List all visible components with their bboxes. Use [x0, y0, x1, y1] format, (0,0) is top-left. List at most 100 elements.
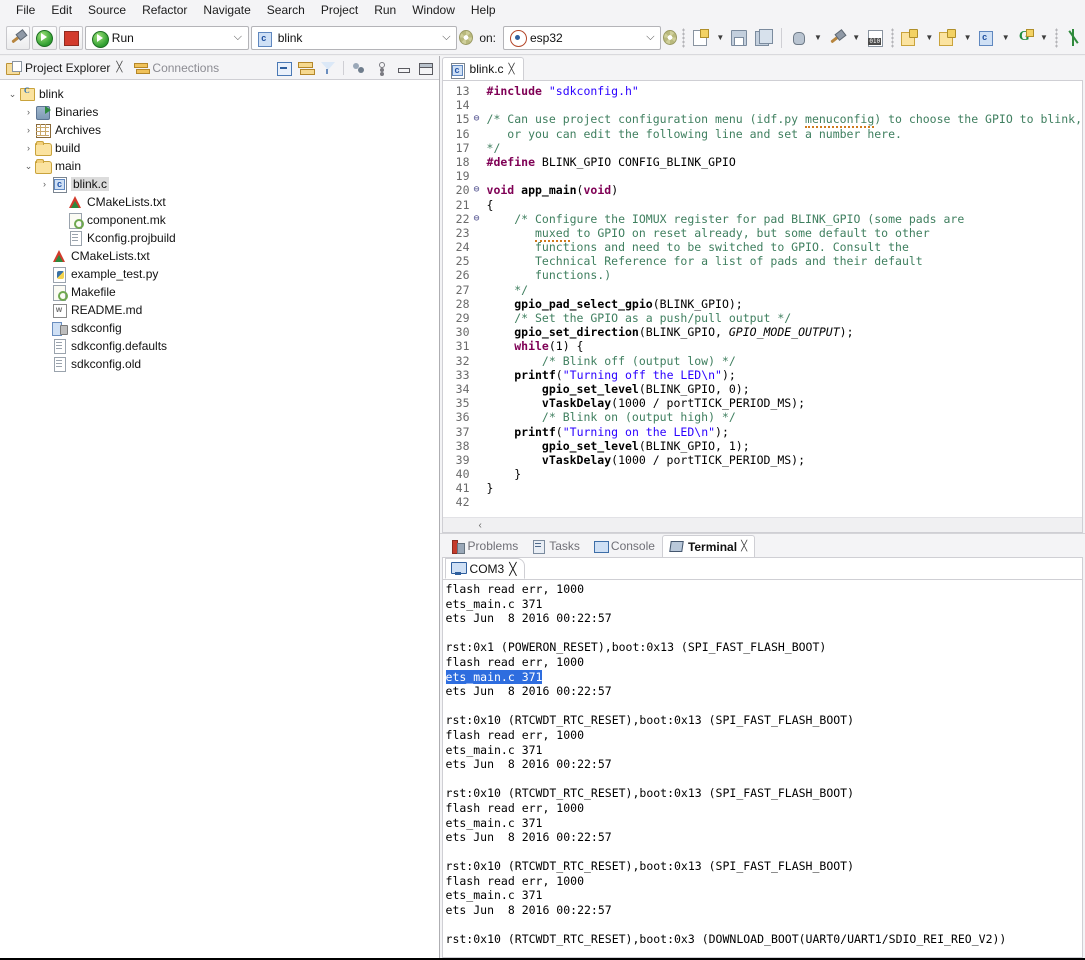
save-all-button[interactable]: [753, 26, 775, 50]
tree-item-cmakelists-txt[interactable]: CMakeLists.txt: [0, 247, 439, 265]
expander-icon[interactable]: ›: [38, 179, 51, 189]
expander-icon[interactable]: ›: [22, 143, 35, 153]
terminal-line-text[interactable]: rst:0x10 (RTCWDT_RTC_RESET),boot:0x13 (S…: [446, 859, 1082, 874]
new-c-folder-button[interactable]: [937, 26, 959, 50]
git-button[interactable]: [1014, 26, 1036, 50]
code-line[interactable]: 14: [443, 98, 1082, 112]
tree-item-archives[interactable]: › Archives: [0, 121, 439, 139]
terminal-line-text[interactable]: flash read err, 1000: [446, 655, 1082, 670]
code-line[interactable]: 24 functions and need to be switched to …: [443, 240, 1082, 254]
terminal-line-text[interactable]: ets Jun 8 2016 00:22:57: [446, 611, 1082, 626]
menu-item-help[interactable]: Help: [463, 1, 504, 19]
tree-item-readme-md[interactable]: README.md: [0, 301, 439, 319]
code-line[interactable]: 19: [443, 169, 1082, 183]
code-line[interactable]: 28 gpio_pad_select_gpio(BLINK_GPIO);: [443, 297, 1082, 311]
code-line[interactable]: 15 ⊖/* Can use project configuration menu…: [443, 112, 1082, 129]
expander-icon[interactable]: ›: [22, 107, 35, 117]
terminal-line-text[interactable]: ets Jun 8 2016 00:22:57: [446, 830, 1082, 845]
terminal-line-text[interactable]: rst:0x10 (RTCWDT_RTC_RESET),boot:0x13 (S…: [446, 713, 1082, 728]
code-line[interactable]: 26 functions.): [443, 268, 1082, 282]
tab-connections[interactable]: Connections: [128, 56, 225, 80]
chevron-down-icon[interactable]: ▼: [852, 33, 860, 42]
close-icon[interactable]: ╳: [509, 562, 516, 576]
tree-item-kconfig-projbuild[interactable]: Kconfig.projbuild: [0, 229, 439, 247]
tree-item-build[interactable]: › build: [0, 139, 439, 157]
tree-item-sdkconfig-old[interactable]: sdkconfig.old: [0, 355, 439, 373]
filter-icon[interactable]: [320, 60, 336, 76]
terminal-line-text[interactable]: ets Jun 8 2016 00:22:57: [446, 757, 1082, 772]
chevron-down-icon[interactable]: ▼: [716, 33, 724, 42]
tab-terminal[interactable]: Terminal ╳: [661, 535, 756, 557]
menu-item-edit[interactable]: Edit: [43, 1, 80, 19]
debug-button[interactable]: [788, 26, 810, 50]
terminal-line-text[interactable]: ets Jun 8 2016 00:22:57: [446, 684, 1082, 699]
maximize-icon[interactable]: [417, 60, 433, 76]
code-line[interactable]: 25 Technical Reference for a list of pad…: [443, 254, 1082, 268]
close-icon[interactable]: ╳: [116, 62, 122, 73]
terminal-line-selected[interactable]: ets_main.c 371: [445, 669, 543, 685]
tab-problems[interactable]: Problems: [444, 535, 526, 557]
terminal-line-text[interactable]: rst:0x10 (RTCWDT_RTC_RESET),boot:0x3 (DO…: [446, 932, 1082, 947]
menu-item-source[interactable]: Source: [80, 1, 134, 19]
code-area[interactable]: 13 #include "sdkconfig.h" 14 15 ⊖/* Can use …: [442, 81, 1082, 517]
terminal-output[interactable]: flash read err, 1000 ets_main.c 371 ets Ju…: [442, 580, 1082, 957]
terminal-line-text[interactable]: ets_main.c 371: [446, 888, 1082, 903]
tab-console[interactable]: Console: [587, 535, 662, 557]
tree-item-component-mk[interactable]: component.mk: [0, 211, 439, 229]
asterisk-button[interactable]: [1063, 26, 1085, 50]
chevron-down-icon[interactable]: ▼: [964, 33, 972, 42]
fold-toggle-icon[interactable]: ⊖: [471, 112, 483, 126]
gear-icon[interactable]: [459, 30, 474, 45]
code-line[interactable]: 36 /* Blink on (output high) */: [443, 410, 1082, 424]
chevron-down-icon[interactable]: ⌵: [438, 31, 454, 44]
chevron-down-icon[interactable]: ▼: [814, 33, 822, 42]
build-dropdown-button[interactable]: [826, 26, 848, 50]
project-combo[interactable]: blink ⌵: [250, 25, 458, 50]
code-line[interactable]: 41}: [443, 481, 1082, 495]
code-line[interactable]: 33 printf("Turning off the LED\n");: [443, 368, 1082, 382]
minimize-icon[interactable]: [395, 60, 411, 76]
target-combo[interactable]: esp32 ⌵: [503, 25, 662, 50]
close-icon[interactable]: ╳: [509, 64, 515, 75]
terminal-line-text[interactable]: flash read err, 1000: [446, 728, 1082, 743]
fold-toggle-icon[interactable]: ⊖: [471, 183, 483, 197]
terminal-line-text[interactable]: [446, 699, 1082, 714]
code-line[interactable]: 23 muxed to GPIO on reset already, but s…: [443, 225, 1082, 242]
terminal-line-text[interactable]: flash read err, 1000: [446, 874, 1082, 889]
save-button[interactable]: [728, 26, 750, 50]
editor-tab-blink-c[interactable]: blink.c ╳: [441, 57, 524, 80]
new-file-button[interactable]: [690, 26, 712, 50]
stop-button[interactable]: [58, 25, 83, 50]
terminal-line-text[interactable]: flash read err, 1000: [446, 801, 1082, 816]
more-icon[interactable]: [373, 60, 389, 76]
code-line[interactable]: 38 gpio_set_level(BLINK_GPIO, 1);: [443, 439, 1082, 453]
chevron-down-icon[interactable]: ⌵: [642, 31, 658, 44]
terminal-line-text[interactable]: rst:0x1 (POWERON_RESET),boot:0x13 (SPI_F…: [446, 640, 1082, 655]
code-line[interactable]: 40 }: [443, 467, 1082, 481]
terminal-line-text[interactable]: ets_main.c 371: [446, 816, 1082, 831]
tree-item-sdkconfig[interactable]: sdkconfig: [0, 319, 439, 337]
launch-mode-combo[interactable]: Run ⌵: [84, 25, 249, 50]
code-line[interactable]: 20 ⊖ void app_main(void): [443, 183, 1082, 197]
terminal-line-text[interactable]: [446, 626, 1082, 641]
expander-icon[interactable]: ›: [22, 125, 35, 135]
tree-item-example-test-py[interactable]: example_test.py: [0, 265, 439, 283]
link-with-editor-icon[interactable]: [297, 60, 315, 76]
code-line[interactable]: 17 */: [443, 141, 1082, 155]
menu-item-search[interactable]: Search: [259, 1, 313, 19]
scroll-left-icon[interactable]: ‹: [479, 520, 482, 531]
code-line[interactable]: 31 while(1) {: [443, 339, 1082, 353]
collapse-all-icon[interactable]: [276, 60, 292, 76]
tree-item-binaries[interactable]: › Binaries: [0, 103, 439, 121]
code-line[interactable]: 22 ⊖ /* Configure the IOMUX register for …: [443, 212, 1082, 226]
menu-item-navigate[interactable]: Navigate: [195, 1, 258, 19]
terminal-line-text[interactable]: ets_main.c 371: [446, 743, 1082, 758]
code-line[interactable]: 37 printf("Turning on the LED\n");: [443, 425, 1082, 439]
menu-item-project[interactable]: Project: [313, 1, 366, 19]
terminal-line-text[interactable]: flash read err, 1000: [446, 582, 1082, 597]
tree-item-sdkconfig-defaults[interactable]: sdkconfig.defaults: [0, 337, 439, 355]
tab-project-explorer[interactable]: Project Explorer ╳: [0, 56, 128, 80]
tree-item-cmakelists-txt[interactable]: CMakeLists.txt: [0, 193, 439, 211]
code-line[interactable]: 29 /* Set the GPIO as a push/pull output…: [443, 311, 1082, 325]
tree-item-blink[interactable]: ⌄ blink: [0, 85, 439, 103]
